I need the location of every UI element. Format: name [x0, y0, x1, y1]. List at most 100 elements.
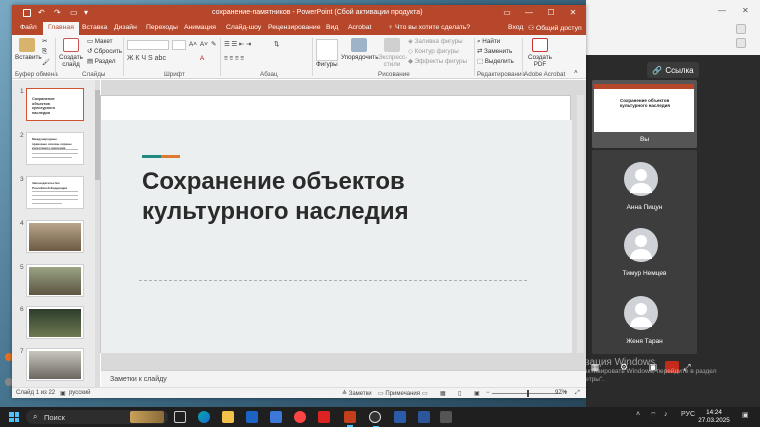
slide-title[interactable]: Сохранение объектов культурного наследия [142, 167, 482, 227]
app-icon[interactable] [394, 411, 406, 423]
clock[interactable]: 14:24 27.03.2025 [697, 409, 731, 425]
self-video-tile[interactable]: Сохранение объектов культурного наследия… [592, 80, 697, 148]
redo-icon[interactable]: ↷ [54, 8, 61, 18]
clear-format-icon[interactable]: ✎ [211, 41, 216, 48]
maximize-icon[interactable]: ☐ [544, 7, 558, 19]
window-title: сохранение-памятников - PowerPoint (Сбой… [212, 9, 423, 16]
font-color-icon[interactable]: A [200, 55, 204, 62]
task-view-icon[interactable] [174, 411, 186, 423]
layout-button[interactable]: ▭ Макет [87, 38, 113, 45]
windows-start-icon[interactable] [9, 412, 19, 422]
text-direction-icon[interactable]: ⇅ [274, 41, 279, 48]
search-icon: ⌕ [33, 412, 38, 421]
group-label: Редактирование [477, 71, 525, 78]
replace-button[interactable]: ⇄ Заменить [477, 48, 512, 55]
mail-icon[interactable] [246, 411, 258, 423]
tab-insert[interactable]: Вставка [82, 24, 107, 31]
edge-icon[interactable] [198, 411, 210, 423]
widget-icon[interactable] [130, 411, 164, 423]
arrange-button[interactable]: Упорядочить [341, 38, 378, 61]
tab-view[interactable]: Вид [326, 24, 338, 31]
format-buttons[interactable]: Ж К Ч S abc [127, 55, 166, 62]
slide-thumbnail[interactable]: Международные правовые основы охраны кул… [26, 132, 84, 165]
store-icon[interactable] [270, 411, 282, 423]
copy-icon[interactable]: ⎘ [42, 48, 47, 56]
share-link-button[interactable]: 🔗 Ссылка [647, 62, 699, 78]
undo-icon[interactable]: ↶ [38, 8, 45, 18]
create-pdf-button[interactable]: Создать PDF [526, 38, 554, 68]
paste-button[interactable]: Вставить [15, 38, 42, 61]
minimize-icon[interactable]: — [522, 7, 536, 19]
tab-transitions[interactable]: Переходы [146, 24, 178, 31]
tray-overflow-icon[interactable]: ˄ [636, 411, 640, 418]
increase-font-icon[interactable]: A˄ [189, 41, 197, 48]
reset-button[interactable]: ↺ Сбросить [87, 48, 122, 55]
align-icons[interactable]: ≡ ≡ ≡ ≡ [224, 55, 244, 62]
tab-home[interactable]: Главная [43, 22, 79, 35]
tab-review[interactable]: Рецензирование [268, 24, 320, 31]
close-icon[interactable]: ✕ [742, 6, 750, 15]
minimize-icon[interactable]: — [718, 6, 726, 15]
presentation-icon[interactable]: ▭ [70, 8, 78, 18]
powerpoint-taskbar-icon[interactable] [344, 411, 356, 427]
new-slide-icon [63, 38, 79, 52]
shape-fill-button[interactable]: ◈ Заливка фигуры [408, 38, 463, 45]
toolbar-icon[interactable] [736, 24, 746, 34]
sign-in-link[interactable]: Вход [508, 24, 523, 31]
slide-thumbnail[interactable] [26, 306, 84, 339]
share-button[interactable]: ⚇ Общий доступ [528, 24, 582, 32]
section-button[interactable]: ▤ Раздел [87, 58, 116, 65]
tab-design[interactable]: Дизайн [114, 24, 137, 31]
customize-toolbar-icon[interactable]: ▾ [84, 8, 88, 18]
toolbar-icon[interactable] [736, 38, 746, 48]
quick-styles-button[interactable]: Экспресс-стили [378, 38, 407, 68]
slide-thumbnail[interactable] [26, 220, 84, 253]
ribbon-options-icon[interactable]: ▭ [500, 7, 514, 19]
decrease-font-icon[interactable]: A˅ [200, 41, 208, 48]
app-icon[interactable] [440, 411, 452, 423]
slide-thumbnail[interactable] [26, 348, 84, 381]
new-slide-button[interactable]: Создать слайд [58, 38, 84, 68]
slide-thumbnail[interactable] [26, 264, 84, 297]
media-player-icon[interactable] [369, 411, 381, 427]
ribbon-tabs: Файл Главная Вставка Дизайн Переходы Ани… [12, 21, 586, 35]
format-painter-icon[interactable]: 🖌 [42, 58, 50, 66]
find-button[interactable]: ⌕ Найти [477, 38, 500, 46]
volume-icon[interactable]: ♪ [664, 411, 668, 418]
shapes-gallery[interactable] [316, 39, 338, 61]
font-size-input[interactable] [172, 40, 186, 50]
participant-tile[interactable]: Женя Таран [592, 284, 697, 354]
editor-scrollbar[interactable] [577, 95, 584, 353]
participant-name: Тимур Немцев [622, 270, 667, 277]
bullets-icon[interactable]: ☰ ☰ ⇤ ⇥ [224, 41, 251, 48]
tab-animation[interactable]: Анимация [184, 24, 216, 31]
photo-image [29, 309, 81, 337]
collapse-ribbon-icon[interactable]: ˄ [574, 69, 578, 76]
file-explorer-icon[interactable] [222, 411, 234, 423]
font-name-input[interactable] [127, 40, 169, 50]
participant-tile[interactable]: Тимур Немцев [592, 216, 697, 286]
title-bar: ↶ ↷ ▭ ▾ сохранение-памятников - PowerPoi… [12, 5, 586, 21]
cut-icon[interactable]: ✂ [42, 38, 47, 45]
select-button[interactable]: ⬚ Выделить [477, 58, 514, 65]
shape-outline-button[interactable]: ◇ Контур фигуры [408, 48, 459, 55]
main-slide[interactable]: Сохранение объектов культурного наследия [100, 95, 572, 353]
save-icon[interactable] [23, 9, 31, 17]
yandex-browser-icon[interactable] [294, 411, 306, 423]
slide-thumbnail[interactable]: Сохранение объектов культурного наследия [26, 88, 84, 121]
slide-thumbnail[interactable]: Законодательство Российской Федерации [26, 176, 84, 209]
word-icon[interactable] [418, 411, 430, 423]
tell-me-search[interactable]: ♀ Что вы хотите сделать? [388, 24, 470, 31]
close-icon[interactable]: ✕ [566, 7, 580, 19]
tab-acrobat[interactable]: Acrobat [348, 24, 371, 31]
shape-effects-button[interactable]: ◆ Эффекты фигуры [408, 58, 467, 65]
network-icon[interactable]: ⌔ [650, 411, 657, 420]
language-indicator[interactable]: РУС [681, 411, 695, 418]
tab-slideshow[interactable]: Слайд-шоу [226, 24, 261, 31]
yandex-icon[interactable] [318, 411, 330, 423]
participant-tile[interactable]: Анна Пицун [592, 150, 697, 220]
shapes-button[interactable]: Фигуры [316, 61, 338, 68]
notification-icon[interactable]: ▣ [742, 411, 749, 419]
arrange-icon [351, 38, 367, 52]
tab-file[interactable]: Файл [20, 24, 37, 31]
